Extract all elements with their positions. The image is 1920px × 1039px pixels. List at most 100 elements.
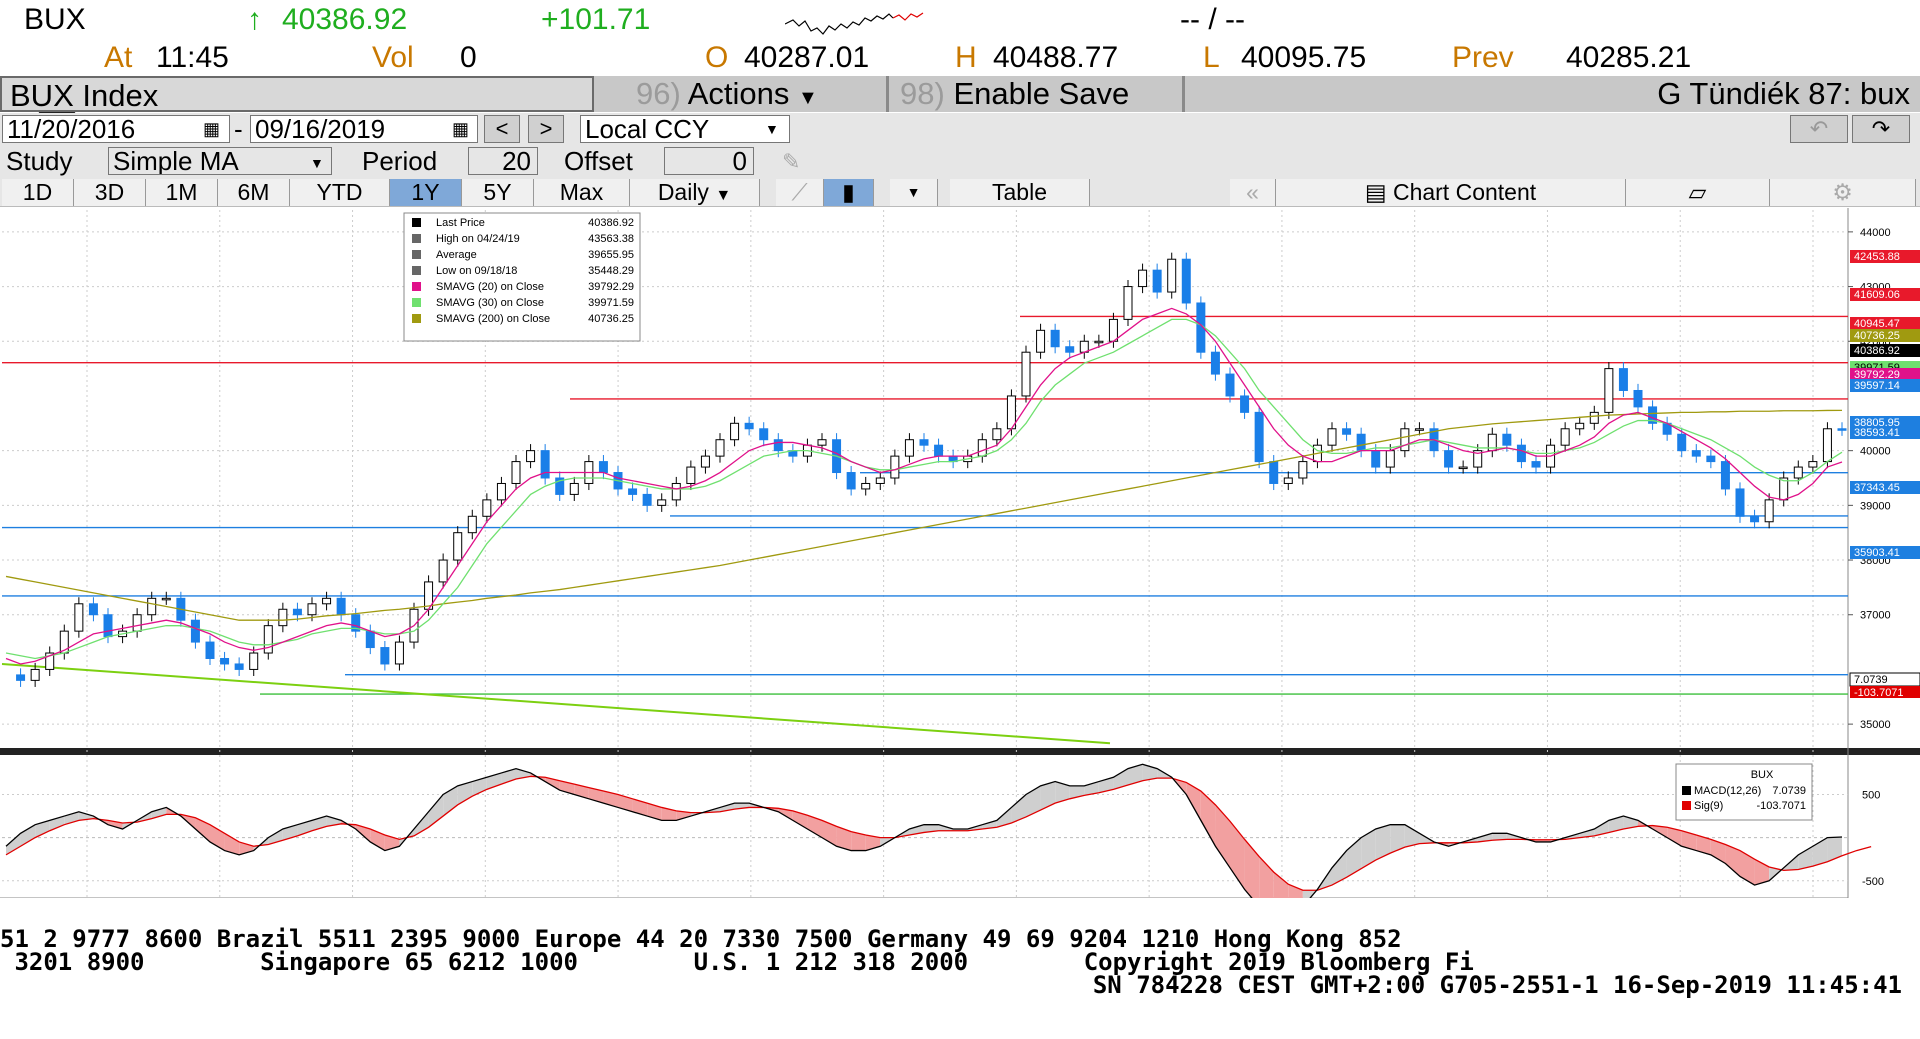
currency-select[interactable]: Local CCY — [580, 115, 790, 143]
candle-body — [657, 499, 667, 506]
legend-label: SMAVG (20) on Close — [436, 281, 544, 293]
tab-1y[interactable]: 1Y — [390, 179, 462, 206]
calendar-icon[interactable]: ▦ — [452, 119, 469, 140]
legend: Last Price 40386.92 High on 04/24/19 43563.… — [403, 212, 641, 342]
macd-fill — [1361, 829, 1376, 869]
macd-legend-title: BUX — [1751, 769, 1774, 781]
study-select[interactable]: Simple MA — [108, 147, 332, 175]
undo-icon: ↶ — [1809, 116, 1829, 141]
chart-content-button[interactable]: ▤ Chart Content — [1276, 179, 1626, 206]
title-bar: BUX Index 96) Actions ▼ 98) Enable Save … — [0, 76, 1920, 113]
redo-button[interactable]: ↷ — [1852, 115, 1910, 143]
candle-body — [1240, 395, 1250, 413]
period-value: 20 — [502, 147, 531, 175]
candle-body — [1691, 450, 1701, 457]
low-label: L — [1203, 41, 1220, 74]
edit-chart-icon[interactable]: ▱ — [1626, 179, 1770, 206]
tab-3d[interactable]: 3D — [74, 179, 146, 206]
tab-1d[interactable]: 1D — [2, 179, 74, 206]
candle-body — [1837, 428, 1847, 431]
candle-body — [875, 477, 885, 484]
price-flag-label: 42453.88 — [1854, 251, 1900, 263]
candle-body — [1764, 499, 1774, 523]
price-tick-label: 39000 — [1860, 500, 1891, 512]
tab-5y[interactable]: 5Y — [462, 179, 534, 206]
candle-body — [904, 439, 914, 457]
period-input[interactable]: 20 — [468, 147, 538, 175]
candle-body — [1414, 428, 1424, 431]
tab-ytd[interactable]: YTD — [290, 179, 390, 206]
collapse-icon[interactable]: « — [1230, 179, 1276, 206]
candle-body — [190, 619, 200, 643]
sparkline — [785, 12, 924, 35]
macd-fill — [1011, 794, 1026, 823]
macd-fill — [1288, 884, 1303, 898]
candle-body — [1342, 428, 1352, 435]
tab-1m[interactable]: 1M — [146, 179, 218, 206]
candlestick-icon[interactable]: ▮ — [824, 179, 874, 206]
date-dash: - — [234, 114, 243, 144]
tab-6m[interactable]: 6M — [218, 179, 290, 206]
macd-fill — [20, 824, 36, 847]
study-value: Simple MA — [113, 147, 239, 175]
start-date-field[interactable]: 11/20/2016 — [2, 115, 230, 143]
candle-body — [322, 597, 332, 605]
pencil-icon[interactable]: ✎ — [782, 149, 800, 175]
table-button[interactable]: Table — [950, 179, 1090, 206]
legend-swatch — [412, 250, 421, 259]
frequency-select[interactable]: Daily ▼ — [630, 179, 760, 206]
price-flag-label: 39597.14 — [1854, 380, 1900, 392]
price-flag-label: 35903.41 — [1854, 547, 1900, 559]
prev-period-button[interactable]: < — [484, 115, 520, 143]
security-field[interactable]: BUX Index — [0, 76, 594, 113]
candle-body — [1502, 433, 1512, 446]
candle-body — [1385, 450, 1395, 468]
prev-value: 40285.21 — [1566, 41, 1692, 74]
end-date-field[interactable]: 09/16/2019 — [250, 115, 478, 143]
vol-label: Vol — [372, 41, 414, 74]
candle-body — [1735, 488, 1745, 517]
legend-label: SMAVG (30) on Close — [436, 297, 544, 309]
open-label: O — [705, 41, 729, 74]
candle-body — [1458, 466, 1468, 470]
candle-body — [453, 532, 463, 561]
last-arrow: ↑ — [247, 3, 262, 36]
next-period-button[interactable]: > — [528, 115, 564, 143]
legend-value: 39792.29 — [588, 281, 634, 293]
candle-body — [278, 608, 288, 627]
macd-tick-label: -500 — [1862, 876, 1884, 888]
price-flag-label: 37343.45 — [1854, 482, 1900, 494]
candle-body — [220, 657, 230, 665]
candle-body — [628, 488, 638, 495]
candle-body — [1225, 373, 1235, 397]
tab-max[interactable]: Max — [534, 179, 630, 206]
candle-body — [919, 439, 929, 446]
candle-body — [1050, 329, 1060, 348]
legend-value: 39655.95 — [588, 249, 634, 261]
actions-menu[interactable]: 96) Actions ▼ — [598, 76, 888, 112]
line-chart-icon[interactable]: ⟋ — [776, 179, 824, 206]
actions-label: Actions — [687, 76, 790, 111]
legend-swatch — [412, 282, 421, 291]
price-tick-label: 44000 — [1860, 227, 1891, 239]
quote-detail-bar: At 11:45 Vol 0 O 40287.01 H 40488.77 L 4… — [0, 40, 1920, 114]
legend-label: SMAVG (200) on Close — [436, 313, 550, 325]
candle-body — [394, 641, 404, 665]
candle-body — [773, 439, 783, 452]
enable-save-button[interactable]: 98) Enable Save — [900, 76, 1180, 112]
chevron-down-icon: ▼ — [906, 184, 921, 200]
price-chart[interactable]: 500-5007.0739-103.7071 44000430004200040… — [0, 208, 1920, 898]
candle-body — [642, 493, 652, 506]
price-tick-label: 37000 — [1860, 610, 1891, 622]
candle-body — [1604, 368, 1614, 413]
candle-body — [1618, 368, 1628, 391]
calendar-icon[interactable]: ▦ — [203, 119, 220, 140]
candle-body — [1108, 318, 1118, 342]
gear-icon[interactable]: ⚙ — [1770, 179, 1916, 206]
offset-label: Offset — [564, 146, 633, 176]
chart-type-dropdown[interactable]: ▼ — [890, 179, 938, 206]
volume: 0 — [460, 41, 477, 74]
undo-button[interactable]: ↶ — [1790, 115, 1848, 143]
offset-input[interactable]: 0 — [664, 147, 754, 175]
macd-fill — [1740, 850, 1755, 886]
